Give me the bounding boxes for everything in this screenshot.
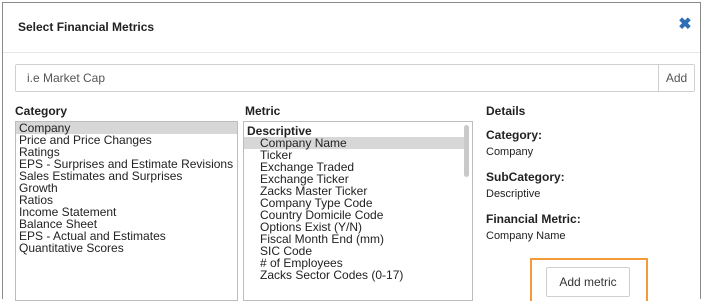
details-panel: Details Category: Company SubCategory: D…	[486, 104, 686, 242]
dialog-header: Select Financial Metrics ✖	[3, 3, 700, 53]
close-icon[interactable]: ✖	[676, 16, 694, 34]
metric-listbox[interactable]: Descriptive Company Name Ticker Exchange…	[243, 121, 473, 301]
metric-item[interactable]: Zacks Sector Codes (0-17)	[244, 269, 472, 281]
metric-search-box: Add	[15, 64, 695, 92]
dialog-title: Select Financial Metrics	[18, 20, 155, 34]
detail-category-value: Company	[486, 146, 534, 158]
details-heading: Details	[486, 104, 526, 118]
category-heading: Category	[15, 104, 68, 118]
add-search-button[interactable]: Add	[658, 65, 694, 91]
metric-search-input[interactable]	[16, 65, 658, 91]
detail-metric-label: Financial Metric:	[486, 212, 581, 226]
category-item[interactable]: Quantitative Scores	[16, 242, 237, 254]
detail-category-label: Category:	[486, 128, 543, 142]
detail-metric-value: Company Name	[486, 230, 566, 242]
detail-subcategory-label: SubCategory:	[486, 170, 565, 184]
detail-subcategory-value: Descriptive	[486, 188, 541, 200]
metric-heading: Metric	[245, 104, 281, 118]
category-listbox[interactable]: Company Price and Price Changes Ratings …	[15, 121, 238, 301]
add-metric-button[interactable]: Add metric	[546, 267, 630, 297]
metric-scrollbar[interactable]	[464, 125, 469, 177]
